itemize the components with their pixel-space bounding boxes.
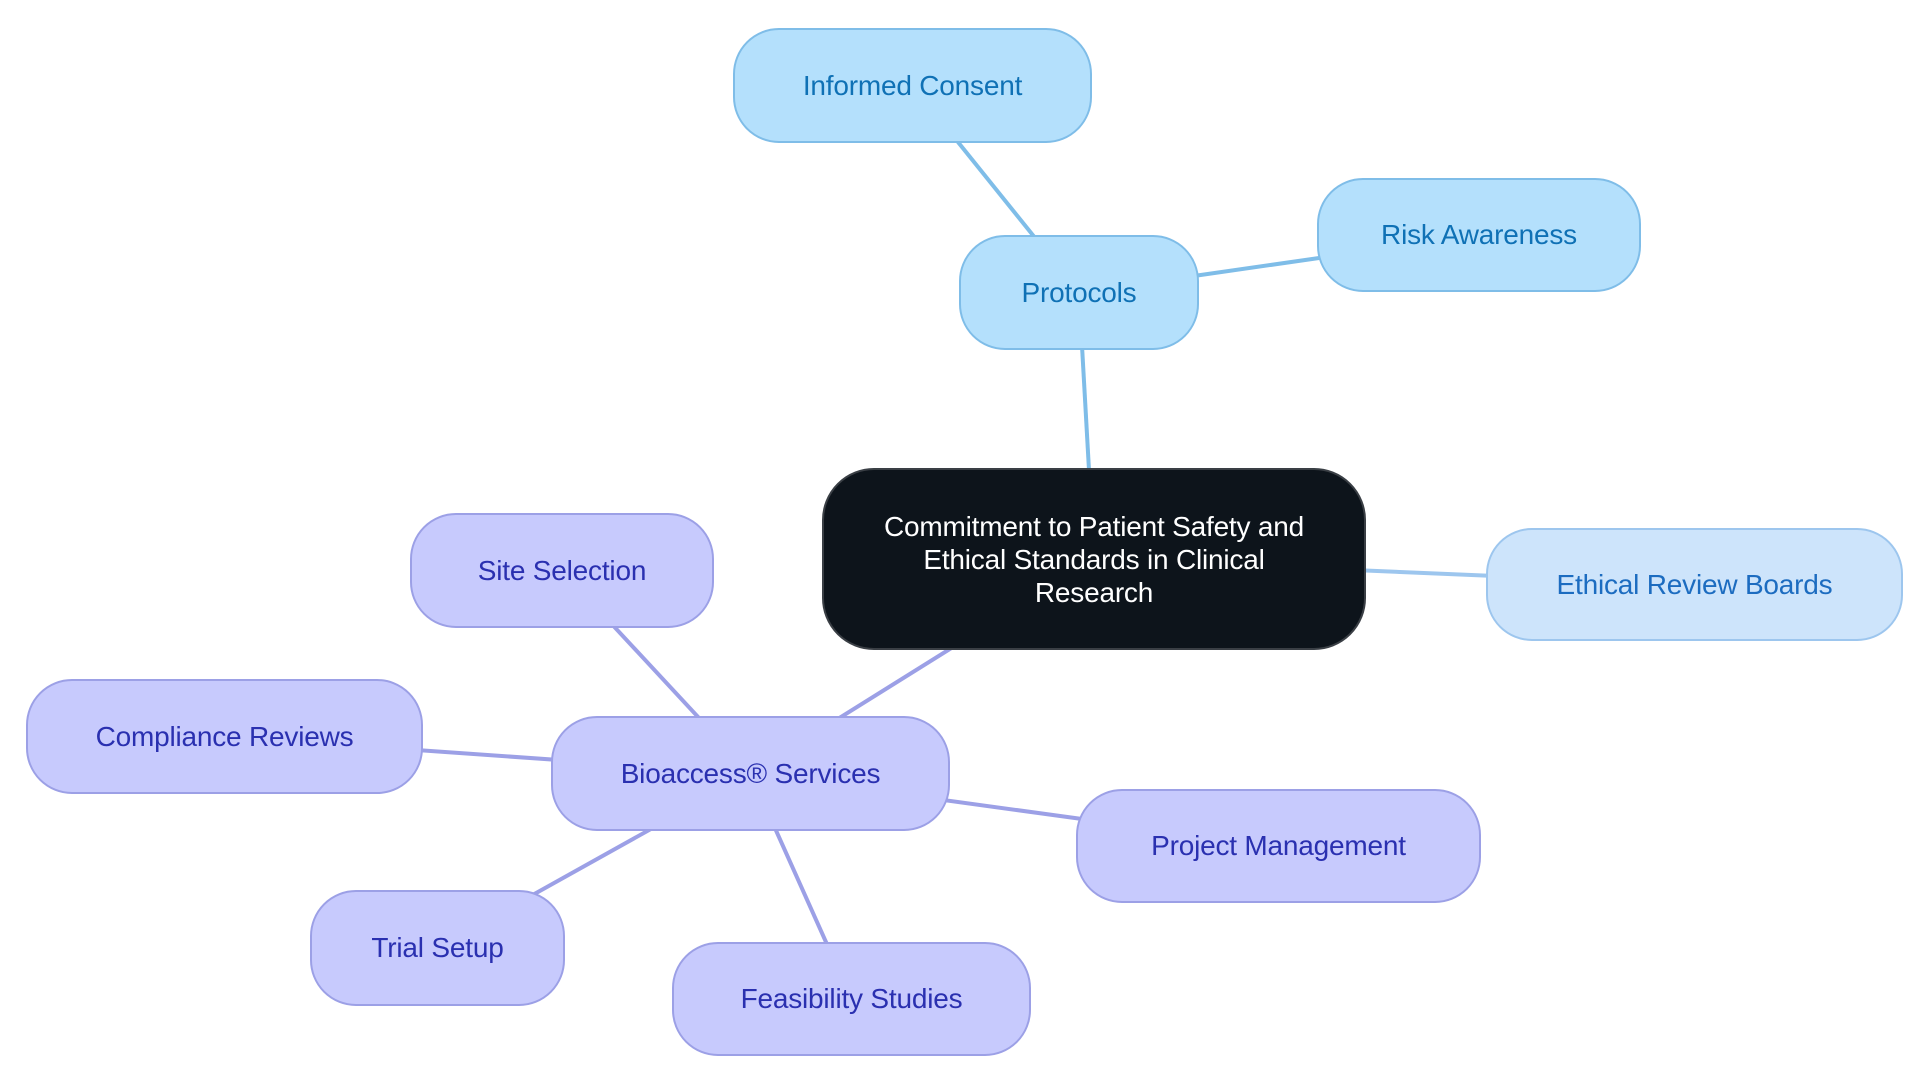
node-label: Site Selection xyxy=(477,554,647,586)
root-node-label: Commitment to Patient Safety and Ethical… xyxy=(883,510,1305,608)
node-site-selection[interactable]: Site Selection xyxy=(410,513,714,628)
node-label: Risk Awareness xyxy=(1381,219,1577,250)
node-label: Trial Setup xyxy=(371,932,504,963)
node-project-management[interactable]: Project Management xyxy=(1076,789,1481,903)
node-label: Informed Consent xyxy=(802,69,1023,101)
root-node[interactable]: Commitment to Patient Safety and Ethical… xyxy=(822,468,1366,650)
node-label: Feasibility Studies xyxy=(740,983,963,1014)
node-protocols[interactable]: Protocols xyxy=(959,235,1199,350)
node-ethical-review-boards[interactable]: Ethical Review Boards xyxy=(1486,528,1903,641)
node-label: Bioaccess® Services xyxy=(620,757,881,789)
node-trial-setup[interactable]: Trial Setup xyxy=(310,890,565,1006)
node-label: Ethical Review Boards xyxy=(1556,568,1833,600)
node-bioaccess-services[interactable]: Bioaccess® Services xyxy=(551,716,950,831)
node-informed-consent[interactable]: Informed Consent xyxy=(733,28,1092,143)
node-label: Project Management xyxy=(1151,830,1406,861)
node-label: Protocols xyxy=(1021,276,1137,308)
node-compliance-reviews[interactable]: Compliance Reviews xyxy=(26,679,423,794)
node-feasibility-studies[interactable]: Feasibility Studies xyxy=(672,942,1031,1056)
node-label: Compliance Reviews xyxy=(95,720,354,752)
node-risk-awareness[interactable]: Risk Awareness xyxy=(1317,178,1641,292)
